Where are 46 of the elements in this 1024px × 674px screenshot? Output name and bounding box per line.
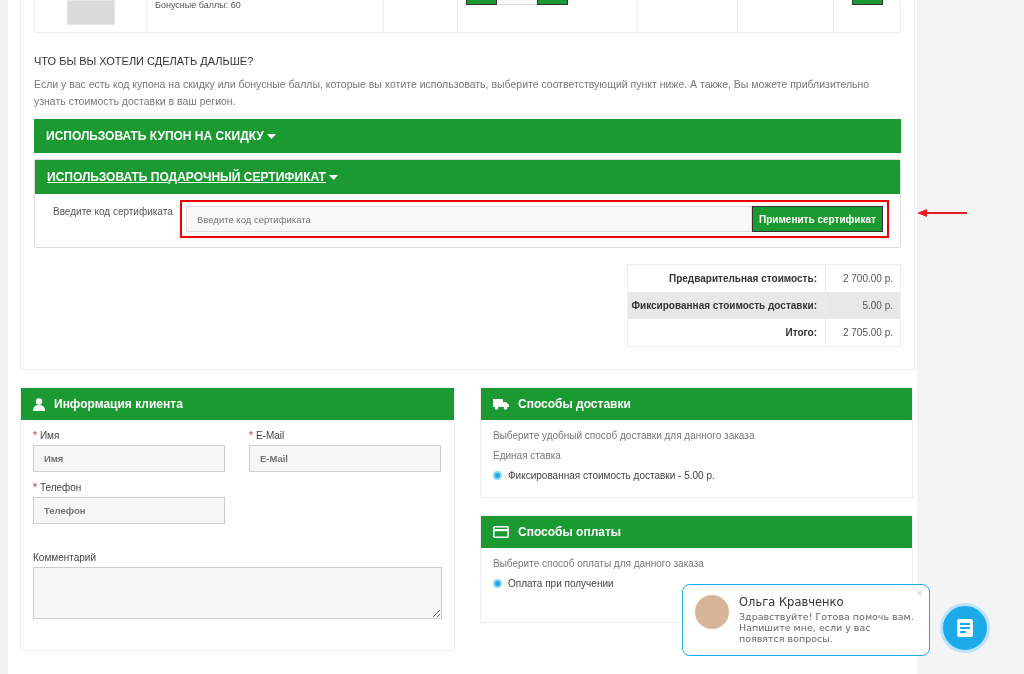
quantity-field[interactable] bbox=[497, 0, 537, 5]
caret-icon bbox=[266, 133, 276, 139]
option-label: Оплата при получении bbox=[508, 578, 614, 589]
comment-field[interactable] bbox=[33, 567, 442, 619]
text-field[interactable]: Имя bbox=[33, 445, 225, 472]
hint-text: Выберите способ оплаты для данного заказа bbox=[493, 558, 705, 569]
agent-name: Ольга Кравченко bbox=[739, 595, 845, 609]
user-icon bbox=[33, 397, 45, 411]
cart-action-button[interactable] bbox=[851, 0, 883, 5]
radio-button[interactable] bbox=[493, 471, 502, 480]
credit-card-icon bbox=[493, 526, 509, 538]
chat-button[interactable] bbox=[940, 603, 990, 653]
avatar-placeholder bbox=[695, 595, 729, 629]
hint-text: Выберите удобный способ доставки для данного заказа bbox=[493, 430, 756, 441]
pointer-arrow bbox=[917, 208, 967, 218]
certificate-input[interactable]: Введите код сертификата bbox=[186, 206, 752, 232]
card-title: Способы доставки bbox=[518, 397, 631, 411]
bonus-text: Бонусные баллы: 60 bbox=[155, 0, 241, 10]
section-heading: ЧТО БЫ ВЫ ХОТЕЛИ СДЕЛАТЬ ДАЛЬШЕ? bbox=[34, 55, 255, 67]
field-label: Введите код сертификата bbox=[53, 206, 174, 217]
totals-value: 2 705.00 р. bbox=[841, 326, 894, 340]
field-label: * E-Mail bbox=[249, 430, 286, 441]
chat-icon bbox=[957, 619, 973, 637]
field-label: * Телефон bbox=[33, 482, 83, 493]
accordion-header[interactable]: ИСПОЛЬЗОВАТЬ ПОДАРОЧНЫЙ СЕРТИФИКАТ bbox=[35, 160, 900, 194]
truck-icon bbox=[493, 398, 509, 410]
section-description: Если у вас есть код купона на скидку или бонусные баллы, которые вы хотите использовать, выберите соответствующий пункт ниже. А также, Вы можете приблизительно узнать стоимость доставки в ваш регион. bbox=[34, 77, 871, 109]
apply-button[interactable]: Применить сертификат bbox=[752, 206, 883, 232]
card-title: Способы оплаты bbox=[518, 525, 622, 539]
totals-value: 2 700.00 р. bbox=[841, 272, 894, 286]
card-title: Информация клиента bbox=[54, 397, 183, 411]
group-label: Единая ставка bbox=[493, 450, 562, 461]
accordion-header[interactable]: ИСПОЛЬЗОВАТЬ КУПОН НА СКИДКУ bbox=[34, 119, 901, 153]
totals-label: Итого: bbox=[628, 319, 826, 346]
text-field[interactable]: E-Mail bbox=[249, 445, 441, 472]
quantity-button[interactable] bbox=[466, 0, 497, 5]
field-label: Комментарий bbox=[33, 552, 97, 563]
option-label: Фиксированная стоимость доставки - 5.00 р. bbox=[508, 470, 715, 481]
chat-message: Здравствуйте! Готова помочь вам. Напишите мне, если у вас появятся вопросы. bbox=[739, 611, 915, 644]
text-field[interactable]: Телефон bbox=[33, 497, 225, 524]
quantity-button[interactable] bbox=[537, 0, 568, 5]
totals-value: 5.00 р. bbox=[826, 292, 900, 319]
radio-button[interactable] bbox=[493, 579, 502, 588]
field-label: * Имя bbox=[33, 430, 61, 441]
caret-icon bbox=[328, 174, 338, 180]
totals-label: Фиксированная стоимость доставки: bbox=[628, 292, 826, 319]
